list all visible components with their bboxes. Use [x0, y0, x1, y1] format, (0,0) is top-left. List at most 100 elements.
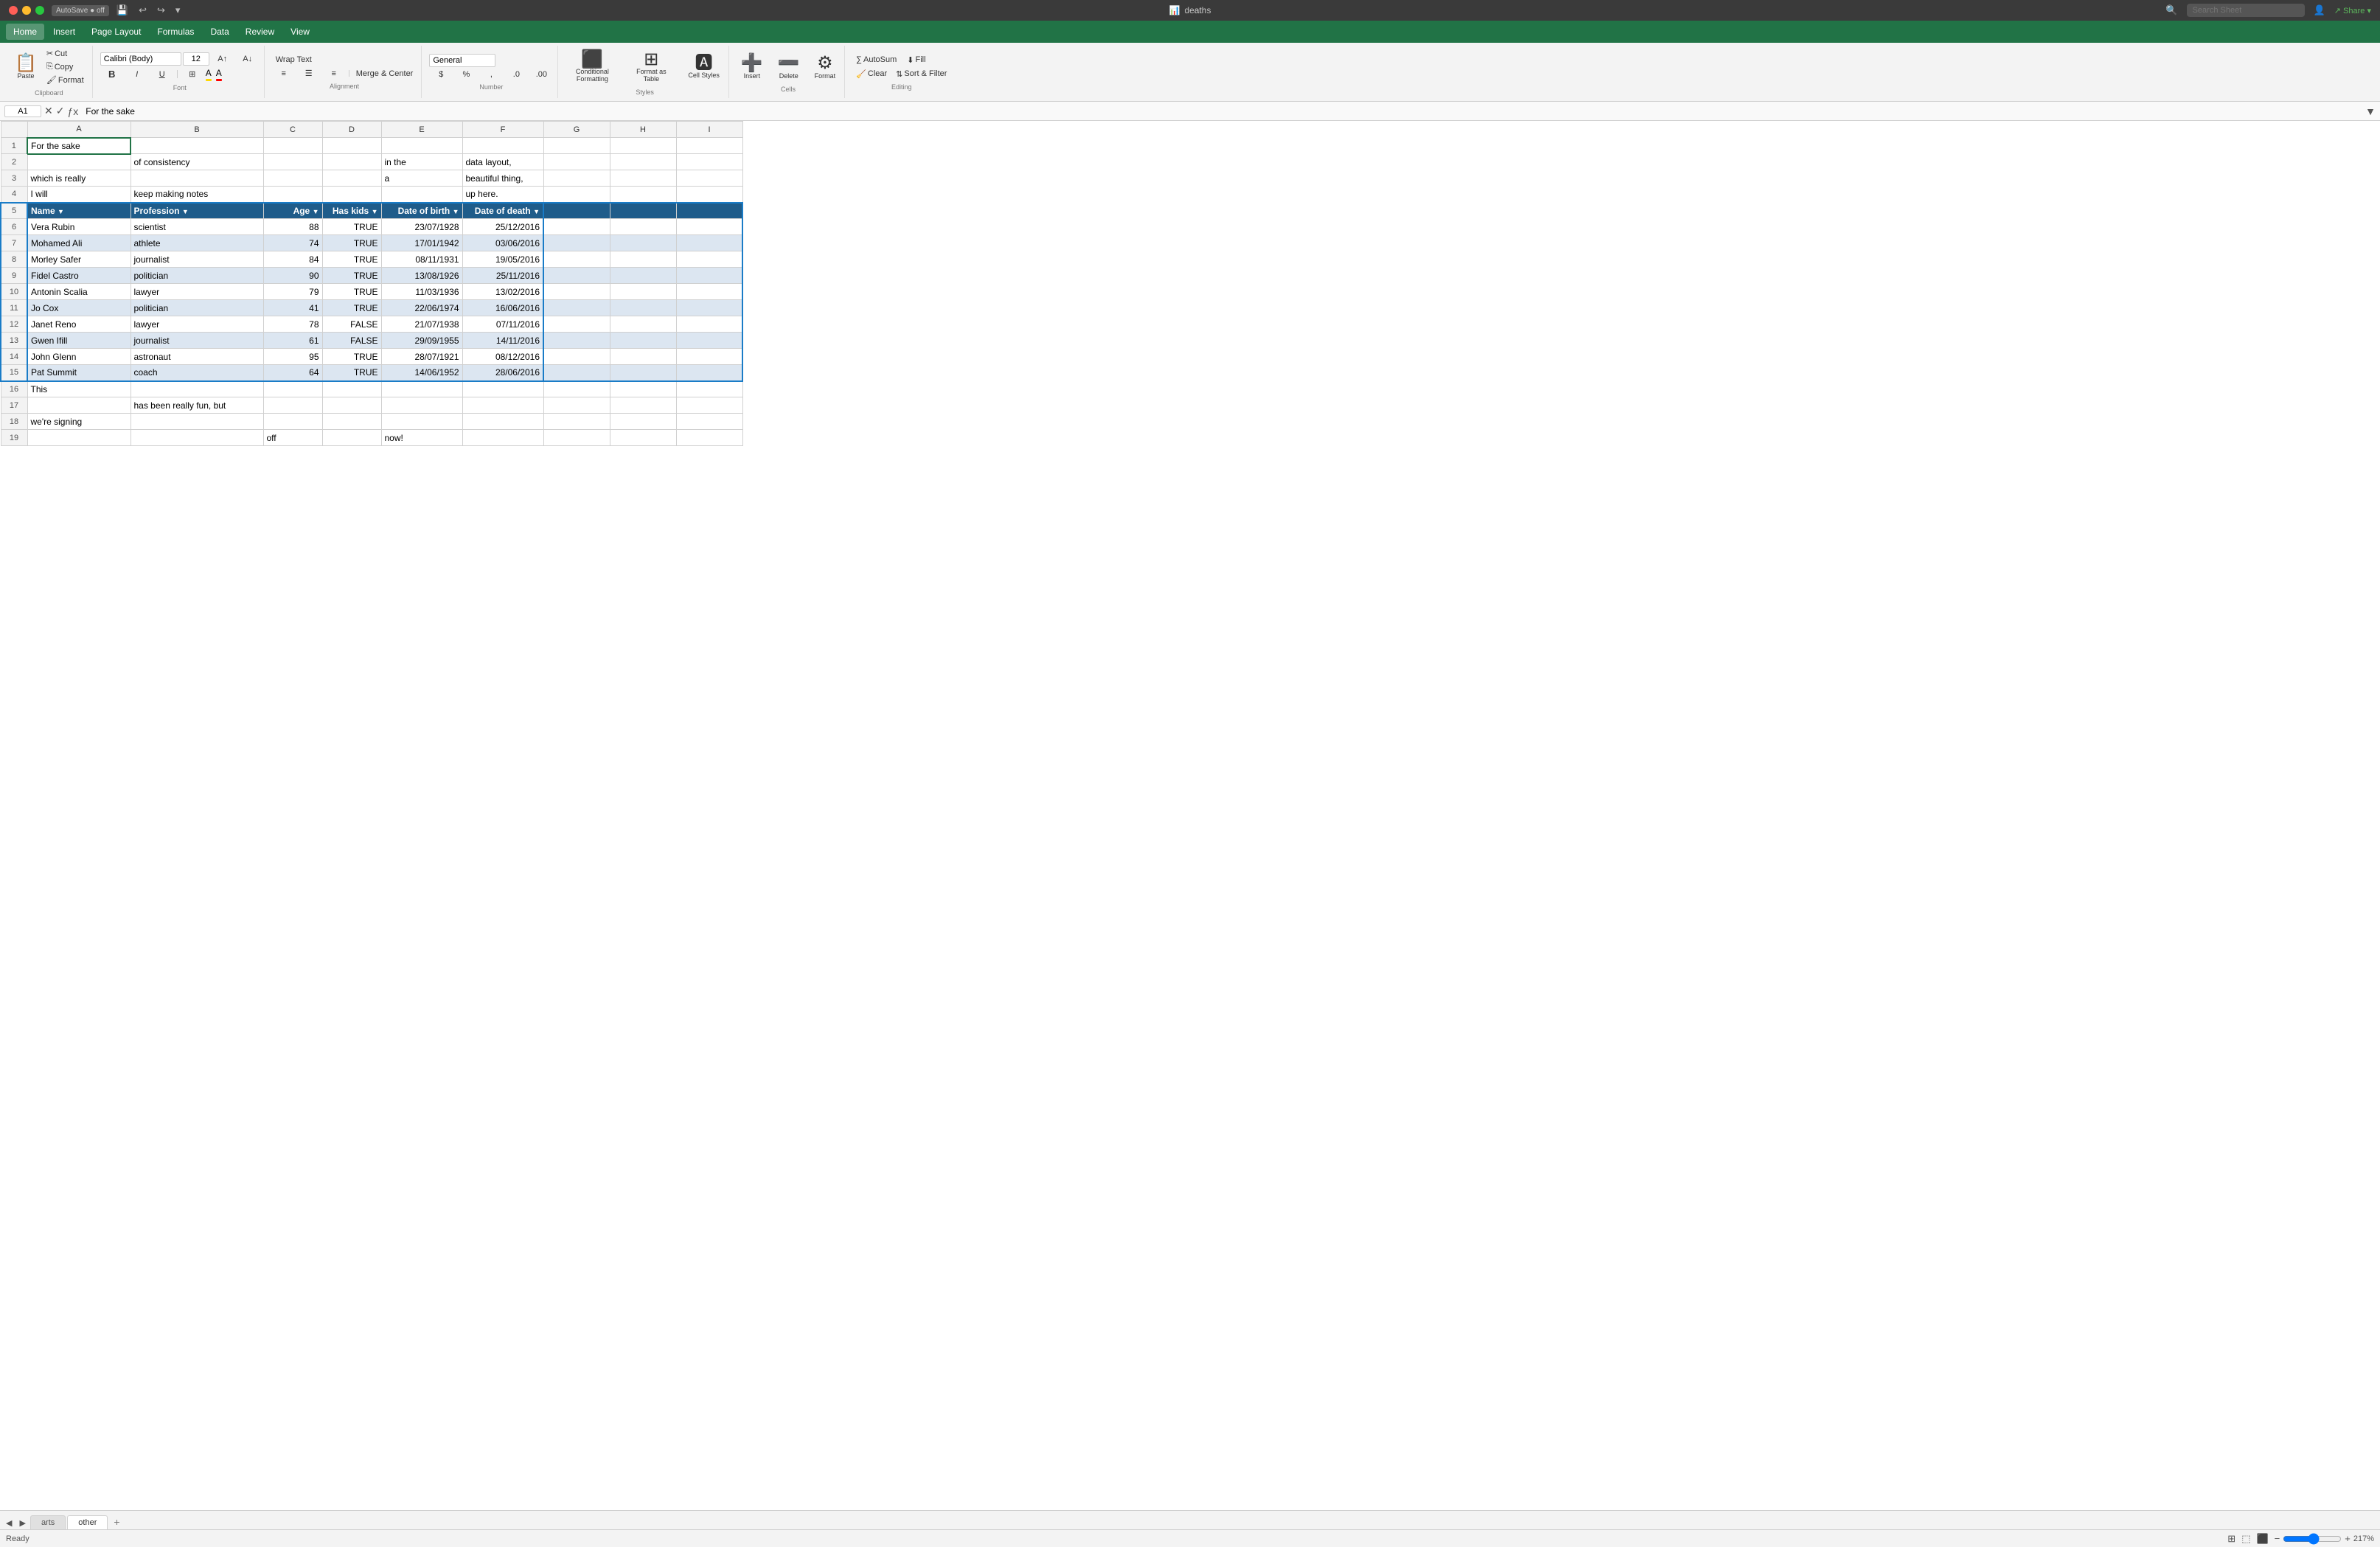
cell-A11[interactable]: Jo Cox: [27, 300, 131, 316]
cell-I4[interactable]: [676, 187, 742, 203]
col-header-H[interactable]: H: [610, 122, 676, 138]
cell-C11[interactable]: 41: [263, 300, 322, 316]
cell-G17[interactable]: [543, 397, 610, 414]
add-sheet-button[interactable]: +: [109, 1515, 124, 1529]
cell-C4[interactable]: [263, 187, 322, 203]
cell-A10[interactable]: Antonin Scalia: [27, 284, 131, 300]
cell-F17[interactable]: [462, 397, 543, 414]
cell-G14[interactable]: [543, 349, 610, 365]
cell-D8[interactable]: TRUE: [322, 251, 381, 268]
cell-C10[interactable]: 79: [263, 284, 322, 300]
cell-D3[interactable]: [322, 170, 381, 187]
cell-E3[interactable]: a: [381, 170, 462, 187]
row-header-8[interactable]: 8: [1, 251, 27, 268]
number-format-input[interactable]: [429, 54, 495, 67]
cell-F18[interactable]: [462, 414, 543, 430]
quick-access-undo[interactable]: ↩: [136, 3, 150, 18]
fill-button[interactable]: ⬇ Fill: [903, 54, 929, 66]
sort-filter-button[interactable]: ⇅ Sort & Filter: [892, 68, 950, 80]
cell-F19[interactable]: [462, 430, 543, 446]
cell-A12[interactable]: Janet Reno: [27, 316, 131, 333]
cell-C18[interactable]: [263, 414, 322, 430]
row-header-4[interactable]: 4: [1, 187, 27, 203]
cell-B3[interactable]: [131, 170, 263, 187]
row-header-6[interactable]: 6: [1, 219, 27, 235]
cell-G5[interactable]: [543, 203, 610, 219]
col-header-E[interactable]: E: [381, 122, 462, 138]
cell-E19[interactable]: now!: [381, 430, 462, 446]
cell-E12[interactable]: 21/07/1938: [381, 316, 462, 333]
menu-insert[interactable]: Insert: [46, 24, 83, 40]
menu-review[interactable]: Review: [238, 24, 282, 40]
underline-button[interactable]: U: [150, 69, 174, 80]
cell-E2[interactable]: in the: [381, 154, 462, 170]
cell-D5[interactable]: Has kids ▼: [322, 203, 381, 219]
cell-C5[interactable]: Age ▼: [263, 203, 322, 219]
italic-button[interactable]: I: [125, 69, 149, 80]
cell-E10[interactable]: 11/03/1936: [381, 284, 462, 300]
row-header-17[interactable]: 17: [1, 397, 27, 414]
cell-E5[interactable]: Date of birth ▼: [381, 203, 462, 219]
cell-D4[interactable]: [322, 187, 381, 203]
cell-H2[interactable]: [610, 154, 676, 170]
cell-E13[interactable]: 29/09/1955: [381, 333, 462, 349]
menu-page-layout[interactable]: Page Layout: [84, 24, 148, 40]
wrap-text-button[interactable]: Wrap Text: [272, 54, 316, 66]
maximize-button[interactable]: [35, 6, 44, 15]
cell-B10[interactable]: lawyer: [131, 284, 263, 300]
cell-F6[interactable]: 25/12/2016: [462, 219, 543, 235]
cell-D9[interactable]: TRUE: [322, 268, 381, 284]
cell-E18[interactable]: [381, 414, 462, 430]
cell-A7[interactable]: Mohamed Ali: [27, 235, 131, 251]
copy-button[interactable]: ⎘ Copy: [43, 60, 88, 73]
cell-D14[interactable]: TRUE: [322, 349, 381, 365]
cell-G18[interactable]: [543, 414, 610, 430]
cell-B13[interactable]: journalist: [131, 333, 263, 349]
cell-F8[interactable]: 19/05/2016: [462, 251, 543, 268]
merge-center-button[interactable]: Merge & Center: [352, 68, 417, 80]
cell-F16[interactable]: [462, 381, 543, 397]
cell-B15[interactable]: coach: [131, 365, 263, 381]
formula-input[interactable]: [81, 106, 2359, 117]
font-color-button[interactable]: A: [216, 68, 222, 81]
cell-H1[interactable]: [610, 138, 676, 154]
cell-H19[interactable]: [610, 430, 676, 446]
cell-E1[interactable]: [381, 138, 462, 154]
cell-F3[interactable]: beautiful thing,: [462, 170, 543, 187]
account-icon[interactable]: 👤: [2311, 3, 2328, 18]
cell-C13[interactable]: 61: [263, 333, 322, 349]
cell-B18[interactable]: [131, 414, 263, 430]
bold-button[interactable]: B: [100, 67, 124, 81]
format-as-table-button[interactable]: ⊞ Format as Table: [624, 48, 678, 86]
row-header-2[interactable]: 2: [1, 154, 27, 170]
cell-reference-box[interactable]: [4, 105, 41, 117]
cell-B4[interactable]: keep making notes: [131, 187, 263, 203]
col-header-D[interactable]: D: [322, 122, 381, 138]
cell-F14[interactable]: 08/12/2016: [462, 349, 543, 365]
delete-button[interactable]: ➖ Delete: [773, 52, 804, 83]
cell-G3[interactable]: [543, 170, 610, 187]
cell-G9[interactable]: [543, 268, 610, 284]
align-center-button[interactable]: ☰: [297, 67, 321, 80]
search-input[interactable]: [2187, 4, 2305, 17]
cell-F12[interactable]: 07/11/2016: [462, 316, 543, 333]
cell-A2[interactable]: [27, 154, 131, 170]
tab-next-button[interactable]: ▶: [16, 1517, 28, 1529]
cell-C6[interactable]: 88: [263, 219, 322, 235]
cell-H3[interactable]: [610, 170, 676, 187]
quick-access-more[interactable]: ▾: [173, 3, 184, 18]
cell-A9[interactable]: Fidel Castro: [27, 268, 131, 284]
formula-function-icon[interactable]: ƒx: [67, 105, 78, 117]
cell-B9[interactable]: politician: [131, 268, 263, 284]
cell-G8[interactable]: [543, 251, 610, 268]
cell-C1[interactable]: [263, 138, 322, 154]
cell-I11[interactable]: [676, 300, 742, 316]
cell-G6[interactable]: [543, 219, 610, 235]
cell-A16[interactable]: This: [27, 381, 131, 397]
cell-A15[interactable]: Pat Summit: [27, 365, 131, 381]
cell-F5[interactable]: Date of death ▼: [462, 203, 543, 219]
cell-D7[interactable]: TRUE: [322, 235, 381, 251]
row-header-12[interactable]: 12: [1, 316, 27, 333]
cell-C7[interactable]: 74: [263, 235, 322, 251]
cell-A17[interactable]: [27, 397, 131, 414]
